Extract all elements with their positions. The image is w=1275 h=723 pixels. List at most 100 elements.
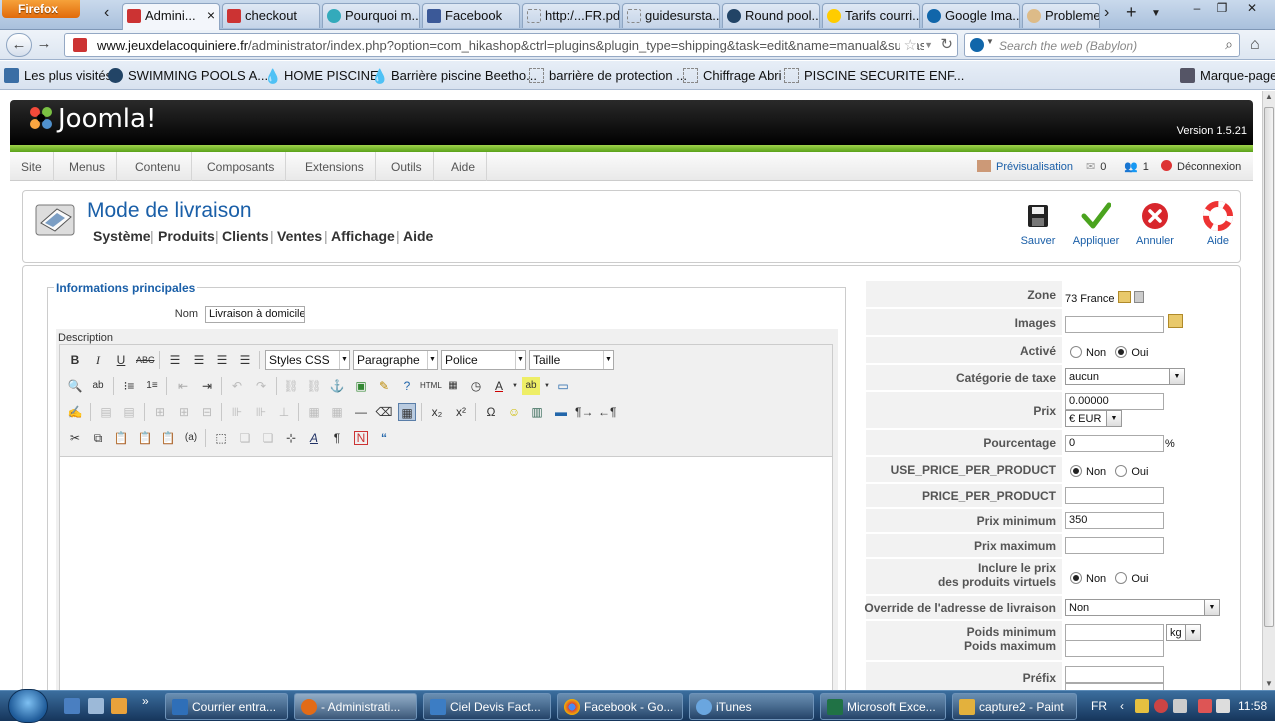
menu-composants[interactable]: Composants <box>196 152 287 181</box>
insert-date-icon[interactable]: ▦ <box>444 377 462 395</box>
url-history-icon[interactable]: ▼ <box>924 40 933 50</box>
tab-guidesursta[interactable]: guidesursta... <box>622 3 720 28</box>
clock[interactable]: 11:58 <box>1238 699 1267 713</box>
cut-icon[interactable]: ✂ <box>66 429 84 447</box>
firefox-menu-button[interactable]: Firefox <box>2 0 80 18</box>
nonbreaking-icon[interactable]: N <box>354 431 368 445</box>
bold-icon[interactable]: B <box>66 351 84 369</box>
percentage-input[interactable]: 0 <box>1065 435 1164 452</box>
paste-text-icon[interactable]: 📋 <box>136 429 154 447</box>
home-icon[interactable]: ⌂ <box>1250 36 1260 54</box>
cleanup-brush-icon[interactable]: ✎ <box>375 377 393 395</box>
tab-tarifs[interactable]: Tarifs courri... <box>822 3 920 28</box>
tab-checkout[interactable]: checkout <box>222 3 320 28</box>
use-price-oui-radio[interactable] <box>1115 465 1128 477</box>
currency-select[interactable]: € EUR ▼ <box>1065 410 1122 427</box>
menu-site[interactable]: Site <box>10 152 54 181</box>
weight-unit-select[interactable]: kg ▼ <box>1166 624 1201 641</box>
select-all-icon[interactable]: (a) <box>182 429 200 447</box>
image-icon[interactable]: ▣ <box>352 377 370 395</box>
undo-icon[interactable]: ↶ <box>228 377 246 395</box>
quicklaunch-overflow-icon[interactable]: » <box>142 694 149 708</box>
help-circle-icon[interactable]: ? <box>398 377 416 395</box>
numbered-list-icon[interactable]: 1≡ <box>143 377 161 395</box>
link-icon[interactable]: ⛓ <box>282 377 300 395</box>
split-cells-icon[interactable]: ▦ <box>328 403 346 421</box>
indent-icon[interactable]: ⇥ <box>198 377 216 395</box>
images-input[interactable] <box>1065 316 1164 333</box>
align-justify-icon[interactable]: ☰ <box>236 351 254 369</box>
scroll-down-icon[interactable]: ▼ <box>1265 679 1273 688</box>
edit-form-icon[interactable]: ✍ <box>66 403 84 421</box>
tab-pourquoi[interactable]: Pourquoi m... <box>322 3 420 28</box>
redo-icon[interactable]: ↷ <box>252 377 270 395</box>
edit-zone-icon[interactable] <box>1117 291 1131 303</box>
submenu-affichage[interactable]: Affichage <box>331 228 395 244</box>
taskbar-excel[interactable]: Microsoft Exce... <box>820 693 946 720</box>
tray-volume-icon[interactable] <box>1216 699 1230 713</box>
virtual-oui-radio[interactable] <box>1115 572 1128 584</box>
font-size-select[interactable]: Taille ▼ <box>529 350 614 370</box>
paragraph-format-select[interactable]: Paragraphe ▼ <box>353 350 438 370</box>
start-button[interactable] <box>8 689 48 723</box>
html-source-icon[interactable]: HTML <box>420 377 442 395</box>
replace-icon[interactable]: ab <box>89 377 107 395</box>
search-input[interactable]: ▼ Search the web (Babylon) ⌕ <box>964 33 1240 57</box>
taskbar-itunes[interactable]: iTunes <box>689 693 814 720</box>
logout-link[interactable]: Déconnexion <box>1161 160 1241 173</box>
menu-outils[interactable]: Outils <box>380 152 434 181</box>
media-player-icon[interactable] <box>111 698 127 714</box>
min-weight-input[interactable] <box>1065 624 1164 641</box>
bullet-list-icon[interactable]: ⁝≡ <box>120 377 138 395</box>
help-button[interactable]: Aide <box>1196 201 1240 247</box>
submenu-aide[interactable]: Aide <box>403 228 433 244</box>
language-indicator[interactable]: FR <box>1091 699 1107 713</box>
active-oui-radio[interactable] <box>1115 346 1128 358</box>
strikethrough-icon[interactable]: ABC <box>136 351 155 369</box>
move-backward-icon[interactable]: ❏ <box>259 429 277 447</box>
submenu-clients[interactable]: Clients <box>222 228 269 244</box>
paste-word-icon[interactable]: 📋 <box>159 429 177 447</box>
rtl-icon[interactable]: ←¶ <box>598 403 616 421</box>
tray-network-icon[interactable] <box>1173 699 1187 713</box>
bookmark-home-piscine[interactable]: 💧 HOME PISCINE <box>264 68 379 84</box>
tray-power-icon[interactable] <box>1198 699 1212 713</box>
users-count[interactable]: 👥 1 <box>1124 160 1149 173</box>
fullscreen-icon[interactable]: ▭ <box>554 377 572 395</box>
separator-line-icon[interactable]: ▬ <box>552 403 570 421</box>
styleprops-icon[interactable]: A <box>305 429 323 447</box>
taskbar-chrome[interactable]: Facebook - Go... <box>557 693 683 720</box>
tab-round-pool[interactable]: Round pool... <box>722 3 820 28</box>
merge-cells-icon[interactable]: ▦ <box>305 403 323 421</box>
insert-time-icon[interactable]: ◷ <box>467 377 485 395</box>
visual-aid-icon[interactable]: ▦ <box>398 403 416 421</box>
edit-images-icon[interactable] <box>1168 314 1183 328</box>
preview-link[interactable]: Prévisualisation <box>977 160 1073 173</box>
menu-menus[interactable]: Menus <box>58 152 118 181</box>
move-forward-icon[interactable]: ❏ <box>236 429 254 447</box>
bookmark-star-icon[interactable]: ☆ <box>899 36 917 54</box>
italic-icon[interactable]: I <box>89 351 107 369</box>
menu-extensions[interactable]: Extensions <box>294 152 376 181</box>
forward-icon[interactable]: → <box>34 33 54 57</box>
column-before-icon[interactable]: ⊪ <box>228 403 246 421</box>
tab-google-images[interactable]: Google Ima... <box>922 3 1020 28</box>
max-weight-input[interactable] <box>1065 640 1164 657</box>
align-right-icon[interactable]: ☰ <box>213 351 231 369</box>
submenu-systeme[interactable]: Système <box>93 228 151 244</box>
price-input[interactable]: 0.00000 <box>1065 393 1164 410</box>
delete-row-icon[interactable]: ⊟ <box>198 403 216 421</box>
tab-pdf[interactable]: http:/...FR.pdf <box>522 3 620 28</box>
prefix-input[interactable] <box>1065 666 1164 683</box>
column-after-icon[interactable]: ⊪ <box>252 403 270 421</box>
apply-button[interactable]: Appliquer <box>1070 201 1122 247</box>
taskbar-firefox[interactable]: - Administrati... <box>294 693 417 720</box>
override-address-select[interactable]: Non ▼ <box>1065 599 1220 616</box>
taskbar-outlook[interactable]: Courrier entra... <box>165 693 288 720</box>
tab-list-icon[interactable]: ▼ <box>1151 8 1161 19</box>
superscript-icon[interactable]: x² <box>452 403 470 421</box>
absolute-position-icon[interactable]: ⊹ <box>282 429 300 447</box>
messages-count[interactable]: ✉ 0 <box>1086 160 1106 173</box>
url-bar[interactable]: www.jeuxdelacoquiniere.fr/administrator/… <box>64 33 958 57</box>
taskbar-paint[interactable]: capture2 - Paint <box>952 693 1077 720</box>
